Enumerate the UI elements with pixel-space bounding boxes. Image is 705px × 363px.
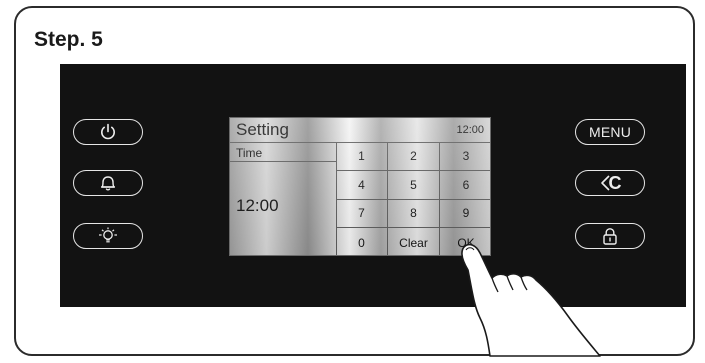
key-5[interactable]: 5 <box>388 170 440 200</box>
time-field[interactable]: Time 12:00 <box>230 142 337 255</box>
menu-button[interactable]: MENU <box>575 119 645 145</box>
light-button[interactable] <box>73 223 143 249</box>
key-9[interactable]: 9 <box>440 200 490 229</box>
power-icon <box>99 123 117 141</box>
light-bulb-icon <box>96 226 120 246</box>
key-0[interactable]: 0 <box>336 228 388 255</box>
key-2[interactable]: 2 <box>388 142 440 171</box>
pointing-hand-icon <box>461 243 601 357</box>
step-title: Step. 5 <box>34 28 103 51</box>
time-field-label: Time <box>230 142 336 162</box>
power-button[interactable] <box>73 119 143 145</box>
back-button[interactable]: C <box>575 170 645 196</box>
time-field-value: 12:00 <box>236 196 279 215</box>
key-8[interactable]: 8 <box>388 199 440 229</box>
screen-clock: 12:00 <box>456 124 484 136</box>
key-1[interactable]: 1 <box>336 142 388 171</box>
screen-title: Setting <box>236 120 289 139</box>
back-label: C <box>608 172 622 193</box>
menu-label: MENU <box>588 124 632 140</box>
key-4[interactable]: 4 <box>336 170 388 200</box>
screen-header: Setting 12:00 <box>230 118 490 143</box>
key-3[interactable]: 3 <box>440 142 490 171</box>
key-7[interactable]: 7 <box>336 199 388 229</box>
key-clear[interactable]: Clear <box>388 228 440 255</box>
key-6[interactable]: 6 <box>440 171 490 200</box>
bell-icon <box>98 174 118 192</box>
alarm-button[interactable] <box>73 170 143 196</box>
